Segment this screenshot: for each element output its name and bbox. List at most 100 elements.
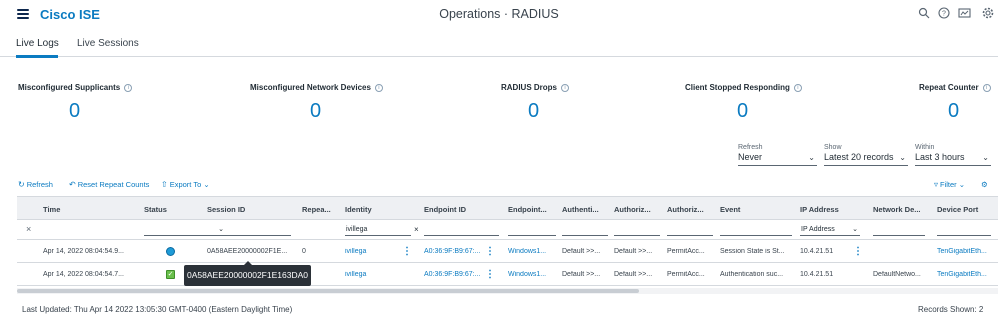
- cell-session-id[interactable]: 0A58AEE20000002F1E...: [207, 248, 292, 255]
- col-header-identity[interactable]: Identity: [345, 205, 415, 214]
- reset-repeat-counts-button[interactable]: ↶ Reset Repeat Counts: [69, 180, 149, 189]
- cell-event: Session State is St...: [720, 248, 785, 255]
- col-header-status[interactable]: Status: [144, 205, 204, 214]
- counter-label-misconfigured-supplicants: Misconfigured Supplicants i: [18, 83, 133, 92]
- kebab-menu-icon[interactable]: ⋮: [485, 269, 495, 280]
- cell-device-port[interactable]: TenGigabitEth...: [937, 248, 995, 255]
- active-tab-indicator: [16, 55, 58, 58]
- dashboard-icon[interactable]: [958, 7, 971, 20]
- counter-label-misconfigured-network-devices: Misconfigured Network Devices i: [250, 83, 383, 92]
- counter-value-repeat-counter[interactable]: 0: [948, 100, 959, 123]
- refresh-icon: ↻: [18, 180, 25, 189]
- col-header-authorization-profiles[interactable]: Authoriz...: [667, 205, 717, 214]
- info-icon[interactable]: i: [982, 83, 991, 92]
- counter-value-client-stopped-responding[interactable]: 0: [737, 100, 748, 123]
- clear-filters-icon[interactable]: ×: [26, 224, 31, 234]
- counter-value-misconfigured-network-devices[interactable]: 0: [310, 100, 321, 123]
- search-icon[interactable]: [917, 7, 930, 20]
- table-settings-gear-icon[interactable]: ⚙: [981, 180, 988, 189]
- identity-filter-input[interactable]: ivillega: [345, 224, 411, 236]
- cell-endpoint-profile[interactable]: Windows1...: [508, 248, 560, 255]
- kebab-menu-icon[interactable]: ⋮: [853, 246, 863, 257]
- session-id-filter-input[interactable]: [207, 224, 291, 236]
- filter-row: × ⌄ ivillega × IP Address ⌄: [17, 220, 998, 240]
- kebab-menu-icon[interactable]: ⋮: [485, 246, 495, 257]
- show-select[interactable]: Latest 20 records ⌄: [824, 152, 908, 166]
- col-header-authentication-policy[interactable]: Authenti...: [562, 205, 612, 214]
- refresh-select[interactable]: Never ⌄: [738, 152, 817, 166]
- clear-identity-filter-icon[interactable]: ×: [414, 225, 419, 234]
- tab-live-logs[interactable]: Live Logs: [16, 38, 59, 49]
- ip-address-filter-select[interactable]: IP Address ⌄: [800, 224, 860, 236]
- cell-endpoint-profile[interactable]: Windows1...: [508, 271, 560, 278]
- col-header-event[interactable]: Event: [720, 205, 790, 214]
- session-id-tooltip: 0A58AEE20000002F1E163DA0: [184, 261, 311, 286]
- live-logs-table: Time Status Session ID Repea... Identity…: [17, 196, 998, 292]
- endpoint-id-filter-input[interactable]: [424, 224, 499, 236]
- cell-device-port[interactable]: TenGigabitEth...: [937, 271, 995, 278]
- cell-authentication-policy: Default >>...: [562, 248, 601, 255]
- undo-icon: ↶: [69, 180, 76, 189]
- page-title: Operations · RADIUS: [439, 7, 559, 21]
- event-filter-input[interactable]: [720, 224, 792, 236]
- col-header-endpoint-profile[interactable]: Endpoint...: [508, 205, 558, 214]
- authorization-policy-filter-input[interactable]: [614, 224, 660, 236]
- kebab-menu-icon[interactable]: ⋮: [402, 246, 412, 257]
- cell-event: Authentication suc...: [720, 271, 784, 278]
- help-icon[interactable]: ?: [937, 7, 950, 20]
- cell-authorization-policy: Default >>...: [614, 271, 653, 278]
- chevron-down-icon: ⌄: [899, 153, 906, 162]
- col-header-time[interactable]: Time: [43, 205, 143, 214]
- refresh-label: Refresh: [738, 144, 763, 151]
- col-header-network-device[interactable]: Network De...: [873, 205, 933, 214]
- refresh-button[interactable]: ↻ Refresh: [18, 180, 53, 189]
- chevron-down-icon: ⌄: [808, 153, 815, 162]
- info-icon[interactable]: i: [374, 83, 383, 92]
- show-label: Show: [824, 144, 842, 151]
- info-icon[interactable]: i: [124, 83, 133, 92]
- chevron-down-icon: ⌄: [958, 180, 966, 189]
- info-icon[interactable]: i: [561, 83, 570, 92]
- session-status-icon[interactable]: [166, 247, 175, 256]
- gear-icon[interactable]: [981, 7, 994, 20]
- filter-button[interactable]: ▿ Filter ⌄: [934, 180, 965, 189]
- col-header-endpoint-id[interactable]: Endpoint ID: [424, 205, 504, 214]
- col-header-session-id[interactable]: Session ID: [207, 205, 297, 214]
- table-row[interactable]: Apr 14, 2022 08:04:54.9... 0A58AEE200000…: [17, 241, 998, 263]
- counter-label-client-stopped-responding: Client Stopped Responding i: [685, 83, 802, 92]
- top-header: Cisco ISE Operations · RADIUS ?: [0, 0, 998, 28]
- table-row[interactable]: Apr 14, 2022 08:04:54.7... ✓ ivillega A0…: [17, 264, 998, 286]
- chevron-down-icon: ⌄: [852, 226, 858, 233]
- authentication-filter-input[interactable]: [562, 224, 608, 236]
- cell-identity[interactable]: ivillega: [345, 271, 400, 278]
- cell-time: Apr 14, 2022 08:04:54.9...: [43, 248, 124, 255]
- success-status-icon[interactable]: ✓: [166, 270, 175, 279]
- counter-value-radius-drops[interactable]: 0: [528, 100, 539, 123]
- cell-endpoint-id[interactable]: A0:36:9F:B9:67:...: [424, 248, 490, 255]
- col-header-repeat-count[interactable]: Repea...: [302, 205, 340, 214]
- cell-endpoint-id[interactable]: A0:36:9F:B9:67:...: [424, 271, 490, 278]
- cell-network-device: DefaultNetwo...: [873, 271, 921, 278]
- export-icon: ⇧: [161, 180, 168, 189]
- table-header-row: Time Status Session ID Repea... Identity…: [17, 196, 998, 220]
- cell-identity[interactable]: ivillega: [345, 248, 400, 255]
- col-header-device-port[interactable]: Device Port: [937, 205, 998, 214]
- authorization-profile-filter-input[interactable]: [667, 224, 713, 236]
- scrollbar-thumb[interactable]: [17, 289, 639, 293]
- endpoint-profile-filter-input[interactable]: [508, 224, 556, 236]
- network-device-filter-input[interactable]: [873, 224, 925, 236]
- device-port-filter-input[interactable]: [937, 224, 991, 236]
- cell-authorization-profile: PermitAcc...: [667, 271, 705, 278]
- info-icon[interactable]: i: [793, 83, 802, 92]
- horizontal-scrollbar[interactable]: [17, 288, 998, 294]
- counter-label-radius-drops: RADIUS Drops i: [501, 83, 570, 92]
- tab-live-sessions[interactable]: Live Sessions: [77, 38, 139, 49]
- export-to-button[interactable]: ⇧ Export To ⌄: [161, 180, 210, 189]
- counter-value-misconfigured-supplicants[interactable]: 0: [69, 100, 80, 123]
- within-select[interactable]: Last 3 hours ⌄: [915, 152, 991, 166]
- cell-authorization-policy: Default >>...: [614, 248, 653, 255]
- cell-ip-address: 10.4.21.51: [800, 248, 834, 255]
- col-header-ip-address[interactable]: IP Address: [800, 205, 870, 214]
- last-updated-text: Last Updated: Thu Apr 14 2022 13:05:30 G…: [22, 305, 293, 314]
- col-header-authorization-policy[interactable]: Authoriz...: [614, 205, 664, 214]
